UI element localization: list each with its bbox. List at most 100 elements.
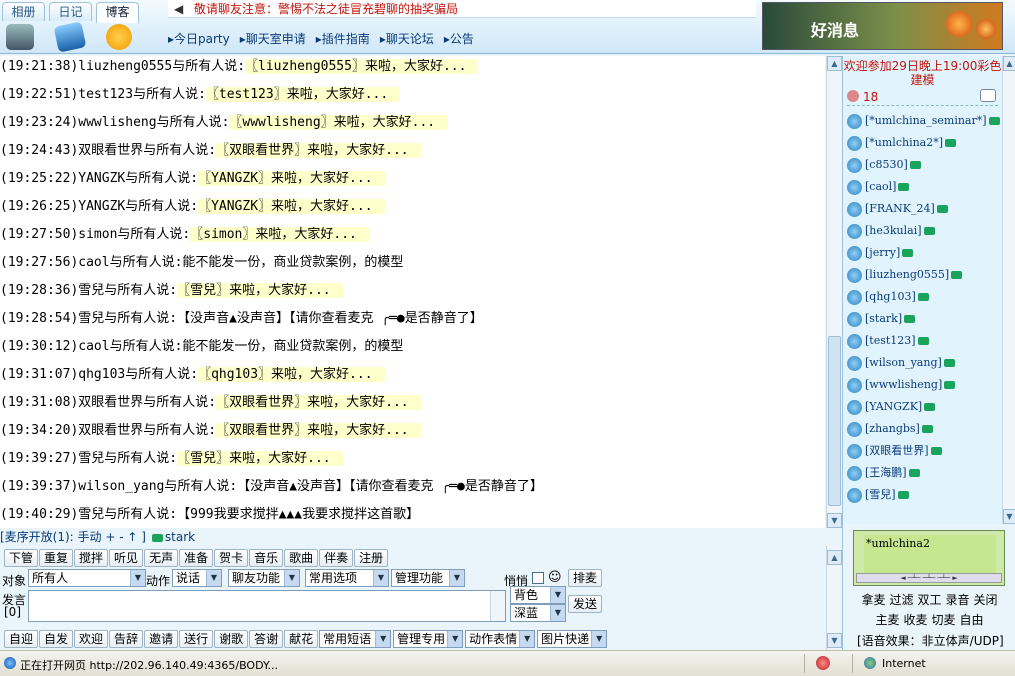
message-speaker[interactable]: 雪兒 bbox=[78, 283, 104, 298]
message-speaker[interactable]: simon bbox=[78, 227, 117, 242]
message-speaker[interactable]: 雪兒 bbox=[78, 451, 104, 466]
user-list-item[interactable]: [zhangbs] bbox=[843, 418, 1002, 440]
quick-button[interactable]: 贺卡 bbox=[214, 549, 249, 567]
message-speaker[interactable]: caol bbox=[78, 339, 109, 354]
scroll-down-icon[interactable]: ▼ bbox=[827, 513, 842, 528]
nav-room-apply[interactable]: ▸聊天室申请 bbox=[240, 32, 306, 46]
user-list-item[interactable]: [jerry] bbox=[843, 242, 1002, 264]
quick-button[interactable]: 搅拌 bbox=[74, 549, 109, 567]
nav-announcement[interactable]: ▸公告 bbox=[444, 32, 474, 46]
user-list-item[interactable]: [he3kulai] bbox=[843, 220, 1002, 242]
admin-function-select[interactable]: 管理功能 ▼ bbox=[391, 569, 465, 587]
chat-bubble-icon[interactable] bbox=[980, 89, 996, 102]
message-speaker[interactable]: 双眼看世界 bbox=[78, 395, 143, 410]
message-speaker[interactable]: wwwlisheng bbox=[78, 115, 156, 130]
message-speaker[interactable]: liuzheng0555 bbox=[78, 59, 172, 74]
voice-button[interactable]: 切麦 bbox=[932, 611, 956, 628]
user-list-item[interactable]: [wilson_yang] bbox=[843, 352, 1002, 374]
message-speaker[interactable]: YANGZK bbox=[78, 171, 125, 186]
tab-blog[interactable]: 博客 bbox=[96, 2, 139, 23]
user-list-item[interactable]: [YANGZK] bbox=[843, 396, 1002, 418]
tab-diary[interactable]: 日记 bbox=[49, 2, 92, 21]
nav-forum[interactable]: ▸聊天论坛 bbox=[380, 32, 434, 46]
message-speaker[interactable]: 雪兒 bbox=[78, 507, 104, 522]
whisper-checkbox[interactable] bbox=[532, 572, 544, 584]
smiley-icon[interactable]: ☺ bbox=[548, 570, 562, 585]
user-list-item[interactable]: [雪兒] bbox=[843, 484, 1002, 506]
action-select[interactable]: 说话 ▼ bbox=[172, 569, 222, 587]
quick-button[interactable]: 无声 bbox=[144, 549, 179, 567]
quick-button[interactable]: 注册 bbox=[354, 549, 389, 567]
user-list-item[interactable]: [双眼看世界] bbox=[843, 440, 1002, 462]
input-scrollbar[interactable] bbox=[490, 591, 505, 621]
user-list-item[interactable]: [caol] bbox=[843, 176, 1002, 198]
greeting-button[interactable]: 献花 bbox=[284, 630, 319, 648]
user-list-item[interactable]: [wwwlisheng] bbox=[843, 374, 1002, 396]
quick-button[interactable]: 伴奏 bbox=[319, 549, 354, 567]
bg-color-select[interactable]: 背色 ▼ bbox=[510, 586, 566, 604]
scroll-down-icon[interactable]: ▼ bbox=[1003, 509, 1015, 524]
quick-button[interactable]: 下管 bbox=[4, 549, 39, 567]
quick-button[interactable]: 歌曲 bbox=[284, 549, 319, 567]
common-options-select[interactable]: 常用选项 ▼ bbox=[305, 569, 389, 587]
voice-button[interactable]: 双工 bbox=[917, 591, 941, 608]
mic-queue-label[interactable]: [麦序开放(1): 手动 + - ↑ ] bbox=[0, 530, 146, 544]
control-scrollbar[interactable]: ▲ ▼ bbox=[826, 546, 842, 650]
message-speaker[interactable]: YANGZK bbox=[78, 199, 125, 214]
voice-button[interactable]: 自由 bbox=[960, 611, 984, 628]
user-list-item[interactable]: [test123] bbox=[843, 330, 1002, 352]
message-input[interactable] bbox=[28, 590, 506, 622]
greeting-button[interactable]: 自迎 bbox=[4, 630, 39, 648]
nav-party[interactable]: ▸今日party bbox=[168, 32, 230, 46]
send-button[interactable]: 发送 bbox=[568, 595, 603, 613]
greeting-button[interactable]: 送行 bbox=[179, 630, 214, 648]
user-list-item[interactable]: [*umlchina2*] bbox=[843, 132, 1002, 154]
voice-button[interactable]: 关闭 bbox=[974, 591, 998, 608]
scroll-up-icon[interactable]: ▲ bbox=[827, 550, 842, 565]
voice-button[interactable]: 过滤 bbox=[889, 591, 913, 608]
message-speaker[interactable]: wilson_yang bbox=[78, 479, 164, 494]
text-color-select[interactable]: 深蓝 ▼ bbox=[510, 604, 566, 622]
blog-icon[interactable] bbox=[106, 24, 132, 50]
user-list-item[interactable]: [c8530] bbox=[843, 154, 1002, 176]
user-list-item[interactable]: [FRANK_24] bbox=[843, 198, 1002, 220]
scroll-down-icon[interactable]: ▼ bbox=[827, 633, 842, 648]
action-emote-select[interactable]: 动作表情 ▼ bbox=[465, 630, 536, 648]
quick-button[interactable]: 音乐 bbox=[249, 549, 284, 567]
picture-express-select[interactable]: 图片快递 ▼ bbox=[537, 630, 608, 648]
friend-function-select[interactable]: 聊友功能 ▼ bbox=[228, 569, 300, 587]
greeting-button[interactable]: 告辞 bbox=[109, 630, 144, 648]
greeting-button[interactable]: 答谢 bbox=[249, 630, 284, 648]
greeting-button[interactable]: 邀请 bbox=[144, 630, 179, 648]
greeting-button[interactable]: 欢迎 bbox=[74, 630, 109, 648]
voice-button[interactable]: 主麦 bbox=[875, 611, 899, 628]
chat-scrollbar[interactable]: ▲ ▼ bbox=[826, 56, 842, 528]
message-speaker[interactable]: 双眼看世界 bbox=[78, 423, 143, 438]
message-speaker[interactable]: test123 bbox=[78, 87, 133, 102]
voice-button[interactable]: 拿麦 bbox=[861, 591, 885, 608]
quick-button[interactable]: 重复 bbox=[39, 549, 74, 567]
scroll-up-icon[interactable]: ▲ bbox=[1003, 56, 1015, 71]
tab-album[interactable]: 相册 bbox=[2, 2, 45, 21]
admin-only-select[interactable]: 管理专用 ▼ bbox=[393, 630, 464, 648]
mic-queue-user[interactable]: stark bbox=[165, 530, 195, 544]
user-list-item[interactable]: [王海鹏] bbox=[843, 462, 1002, 484]
common-phrases-select[interactable]: 常用短语 ▼ bbox=[319, 630, 392, 648]
quick-button[interactable]: 听见 bbox=[109, 549, 144, 567]
user-list-item[interactable]: [stark] bbox=[843, 308, 1002, 330]
volume-slider[interactable]: ◄ ─┴─ ─┴─ ─┴─ ► bbox=[856, 573, 1002, 583]
message-speaker[interactable]: qhg103 bbox=[78, 367, 125, 382]
target-select[interactable]: 所有人 ▼ bbox=[28, 569, 146, 587]
scroll-thumb[interactable] bbox=[828, 336, 841, 506]
message-speaker[interactable]: caol bbox=[78, 255, 109, 270]
camera-icon[interactable] bbox=[6, 24, 34, 50]
quick-button[interactable]: 准备 bbox=[179, 549, 214, 567]
greeting-button[interactable]: 谢歌 bbox=[214, 630, 249, 648]
scroll-up-icon[interactable]: ▲ bbox=[827, 56, 842, 71]
notebook-icon[interactable] bbox=[53, 21, 87, 53]
user-list-item[interactable]: [*umlchina_seminar*] bbox=[843, 110, 1002, 132]
greeting-button[interactable]: 自发 bbox=[39, 630, 74, 648]
voice-button[interactable]: 录音 bbox=[946, 591, 970, 608]
banner-ad[interactable]: 好消息 bbox=[762, 2, 1003, 50]
user-list-scrollbar[interactable]: ▲ ▼ bbox=[1002, 56, 1015, 524]
